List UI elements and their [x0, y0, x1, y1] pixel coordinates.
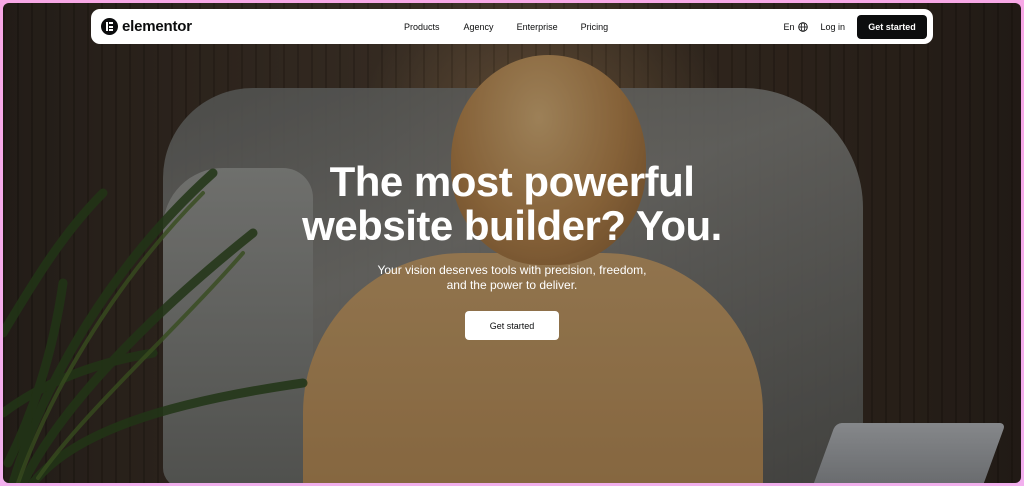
nav-actions: En Log in Get started: [783, 9, 927, 44]
elementor-logo-icon: [101, 18, 118, 35]
logo-link[interactable]: elementor: [101, 18, 192, 35]
nav-pricing[interactable]: Pricing: [581, 22, 609, 32]
hero-subtitle: Your vision deserves tools with precisio…: [0, 263, 1024, 293]
hero-headline: The most powerful website builder? You.: [0, 160, 1024, 248]
main-menu: Products Agency Enterprise Pricing: [404, 9, 631, 44]
hero-headline-line2: website builder? You.: [302, 202, 722, 249]
login-link[interactable]: Log in: [820, 22, 845, 32]
logo-text: elementor: [122, 18, 192, 35]
top-nav-bar: elementor Products Agency Enterprise Pri…: [91, 9, 933, 44]
get-started-nav-button[interactable]: Get started: [857, 14, 927, 39]
language-label: En: [783, 21, 795, 32]
get-started-hero-button[interactable]: Get started: [465, 311, 559, 340]
nav-enterprise[interactable]: Enterprise: [517, 22, 558, 32]
language-selector[interactable]: En: [783, 21, 809, 32]
nav-agency[interactable]: Agency: [464, 22, 494, 32]
globe-icon: [798, 21, 809, 32]
nav-products[interactable]: Products: [404, 22, 440, 32]
hero-headline-line1: The most powerful: [329, 158, 695, 205]
hero-subtitle-line2: and the power to deliver.: [446, 278, 578, 292]
hero-subtitle-line1: Your vision deserves tools with precisio…: [377, 263, 647, 277]
